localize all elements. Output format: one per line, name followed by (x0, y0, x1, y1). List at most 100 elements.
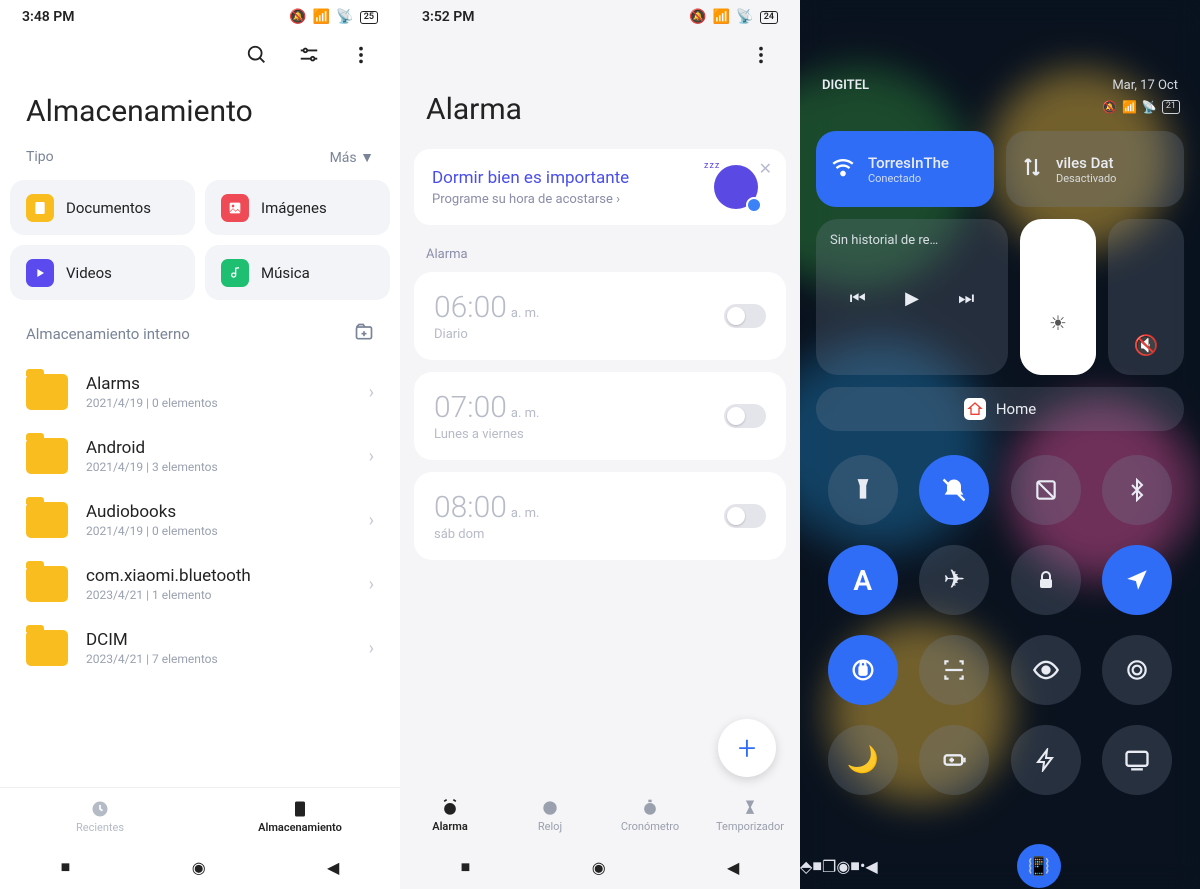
more-icon[interactable] (750, 44, 772, 70)
type-images[interactable]: Imágenes (205, 180, 390, 235)
folder-item[interactable]: DCIM2023/4/21 | 7 elementos› (0, 616, 400, 680)
qs-dark-mode[interactable] (1102, 635, 1172, 705)
volume-slider[interactable]: 🔇 (1108, 219, 1184, 375)
media-play-icon[interactable]: ▶ (905, 288, 919, 309)
control-center-screen: Mar, 17 Oct DIGITEL 🔕 📶 📡 21 TorresInThe… (800, 0, 1200, 889)
wifi-tile-title: TorresInThe (868, 154, 949, 172)
nav-back-button[interactable]: ◀ (327, 858, 339, 877)
nav-storage-label: Almacenamiento (258, 821, 342, 834)
qs-performance[interactable] (1011, 725, 1081, 795)
qs-lock[interactable] (1011, 545, 1081, 615)
folder-item[interactable]: Audiobooks2021/4/19 | 0 elementos› (0, 488, 400, 552)
folder-meta: 2023/4/21 | 1 elemento (86, 588, 351, 602)
system-nav-bar: ■ ◉ ◀ (400, 845, 800, 889)
nav-layers-icon[interactable]: ❐ (822, 857, 836, 876)
type-music[interactable]: Música (205, 245, 390, 300)
nav-home-button[interactable]: ◉ (592, 858, 606, 877)
folder-list[interactable]: Alarms2021/4/19 | 0 elementos› Android20… (0, 360, 400, 787)
type-videos[interactable]: Videos (10, 245, 195, 300)
media-next-icon[interactable]: ⏭ (958, 288, 974, 309)
search-icon[interactable] (246, 44, 268, 70)
nav-recents-button[interactable]: ■ (461, 857, 471, 877)
alarm-ampm: a. m. (511, 306, 540, 321)
folder-meta: 2021/4/19 | 0 elementos (86, 396, 351, 410)
tab-alarm[interactable]: Alarma (400, 785, 500, 845)
nav-recents-button[interactable]: ■ (61, 857, 71, 877)
data-icon (1020, 155, 1044, 183)
alarm-item[interactable]: 08:00a. m.sáb dom (414, 472, 786, 560)
status-bar: 3:52 PM 🔕 📶 📡 24 (400, 0, 800, 34)
qs-scan[interactable] (919, 635, 989, 705)
qs-eye-comfort[interactable] (1011, 635, 1081, 705)
folder-name: Alarms (86, 374, 351, 394)
nav-video-icon[interactable]: ■• (850, 856, 865, 876)
media-player-tile[interactable]: Sin historial de re… ⏮ ▶ ⏭ (816, 219, 1008, 375)
qs-vibrate[interactable]: 📳 (1017, 844, 1061, 888)
qs-font[interactable]: A (828, 545, 898, 615)
qs-dnd[interactable] (919, 455, 989, 525)
file-manager-screen: 3:48 PM 🔕 📶 📡 25 Almacenamiento Tipo Más… (0, 0, 400, 889)
type-documents[interactable]: Documentos (10, 180, 195, 235)
nav-recent[interactable]: Recientes (0, 788, 200, 845)
wifi-tile[interactable]: TorresInTheConectado (816, 131, 994, 207)
qs-location[interactable] (1102, 545, 1172, 615)
nav-back-button[interactable]: ◀ (727, 858, 739, 877)
page-title: Alarma (400, 80, 800, 149)
date-label: Mar, 17 Oct (1112, 78, 1178, 93)
more-icon[interactable] (350, 44, 372, 70)
close-icon[interactable]: ✕ (759, 159, 772, 178)
folder-item[interactable]: com.xiaomi.bluetooth2023/4/21 | 1 elemen… (0, 552, 400, 616)
system-nav-bar: ⬘ ■ ❐ ◉ ■• ◀ 📳 (800, 843, 1200, 889)
qs-cast[interactable] (1102, 725, 1172, 795)
nav-home-button[interactable]: ◉ (836, 857, 850, 876)
add-alarm-fab[interactable]: + (718, 719, 776, 777)
qs-airplane[interactable]: ✈ (919, 545, 989, 615)
folder-item[interactable]: Android2021/4/19 | 3 elementos› (0, 424, 400, 488)
alarm-toggle[interactable] (724, 304, 766, 328)
qs-flashlight[interactable] (828, 455, 898, 525)
toolbar (400, 34, 800, 80)
qs-screenshot[interactable] (1011, 455, 1081, 525)
type-header-row: Tipo Más ▼ (0, 149, 400, 180)
mobile-data-tile[interactable]: viles DatDesactivado (1006, 131, 1184, 207)
add-folder-icon[interactable] (354, 322, 374, 346)
nav-storage[interactable]: Almacenamiento (200, 788, 400, 845)
tab-timer[interactable]: Temporizador (700, 785, 800, 845)
qs-bluetooth[interactable] (1102, 455, 1172, 525)
brightness-slider[interactable]: ☀ (1020, 219, 1096, 375)
wifi-icon: 📡 (736, 9, 753, 25)
tab-chrono[interactable]: Cronómetro (600, 785, 700, 845)
dnd-icon: 🔕 (1102, 100, 1117, 114)
tab-clock[interactable]: Reloj (500, 785, 600, 845)
battery-icon: 24 (760, 11, 778, 24)
alarm-item[interactable]: 07:00a. m.Lunes a viernes (414, 372, 786, 460)
toolbar (0, 34, 400, 80)
signal-icon: 📶 (713, 9, 730, 25)
nav-home-button[interactable]: ◉ (192, 858, 206, 877)
nav-recents-button[interactable]: ■ (812, 856, 822, 876)
filter-icon[interactable] (298, 44, 320, 70)
folder-meta: 2021/4/19 | 3 elementos (86, 460, 351, 474)
system-nav-bar: ■ ◉ ◀ (0, 845, 400, 889)
sleep-well-card[interactable]: Dormir bien es importante Programe su ho… (414, 149, 786, 225)
media-prev-icon[interactable]: ⏮ (850, 288, 866, 309)
sleep-card-title: Dormir bien es importante (432, 168, 714, 188)
brightness-icon: ☀ (1049, 311, 1067, 335)
more-types-button[interactable]: Más ▼ (330, 149, 374, 166)
bottom-nav: Recientes Almacenamiento (0, 787, 400, 845)
qs-night-mode[interactable]: 🌙 (828, 725, 898, 795)
nav-back-button[interactable]: ◀ (865, 857, 877, 876)
qs-battery-saver[interactable] (919, 725, 989, 795)
alarm-toggle[interactable] (724, 504, 766, 528)
folder-icon (26, 502, 68, 538)
alarm-screen: 3:52 PM 🔕 📶 📡 24 Alarma Dormir bien es i… (400, 0, 800, 889)
nav-edit-icon[interactable]: ⬘ (800, 857, 812, 876)
alarm-toggle[interactable] (724, 404, 766, 428)
qs-rotation-lock[interactable] (828, 635, 898, 705)
status-time: 3:52 PM (422, 9, 475, 25)
alarm-item[interactable]: 06:00a. m.Diario (414, 272, 786, 360)
type-music-label: Música (261, 264, 310, 282)
folder-item[interactable]: Alarms2021/4/19 | 0 elementos› (0, 360, 400, 424)
media-history-label: Sin historial de re… (830, 233, 994, 248)
google-home-tile[interactable]: Home (816, 387, 1184, 431)
